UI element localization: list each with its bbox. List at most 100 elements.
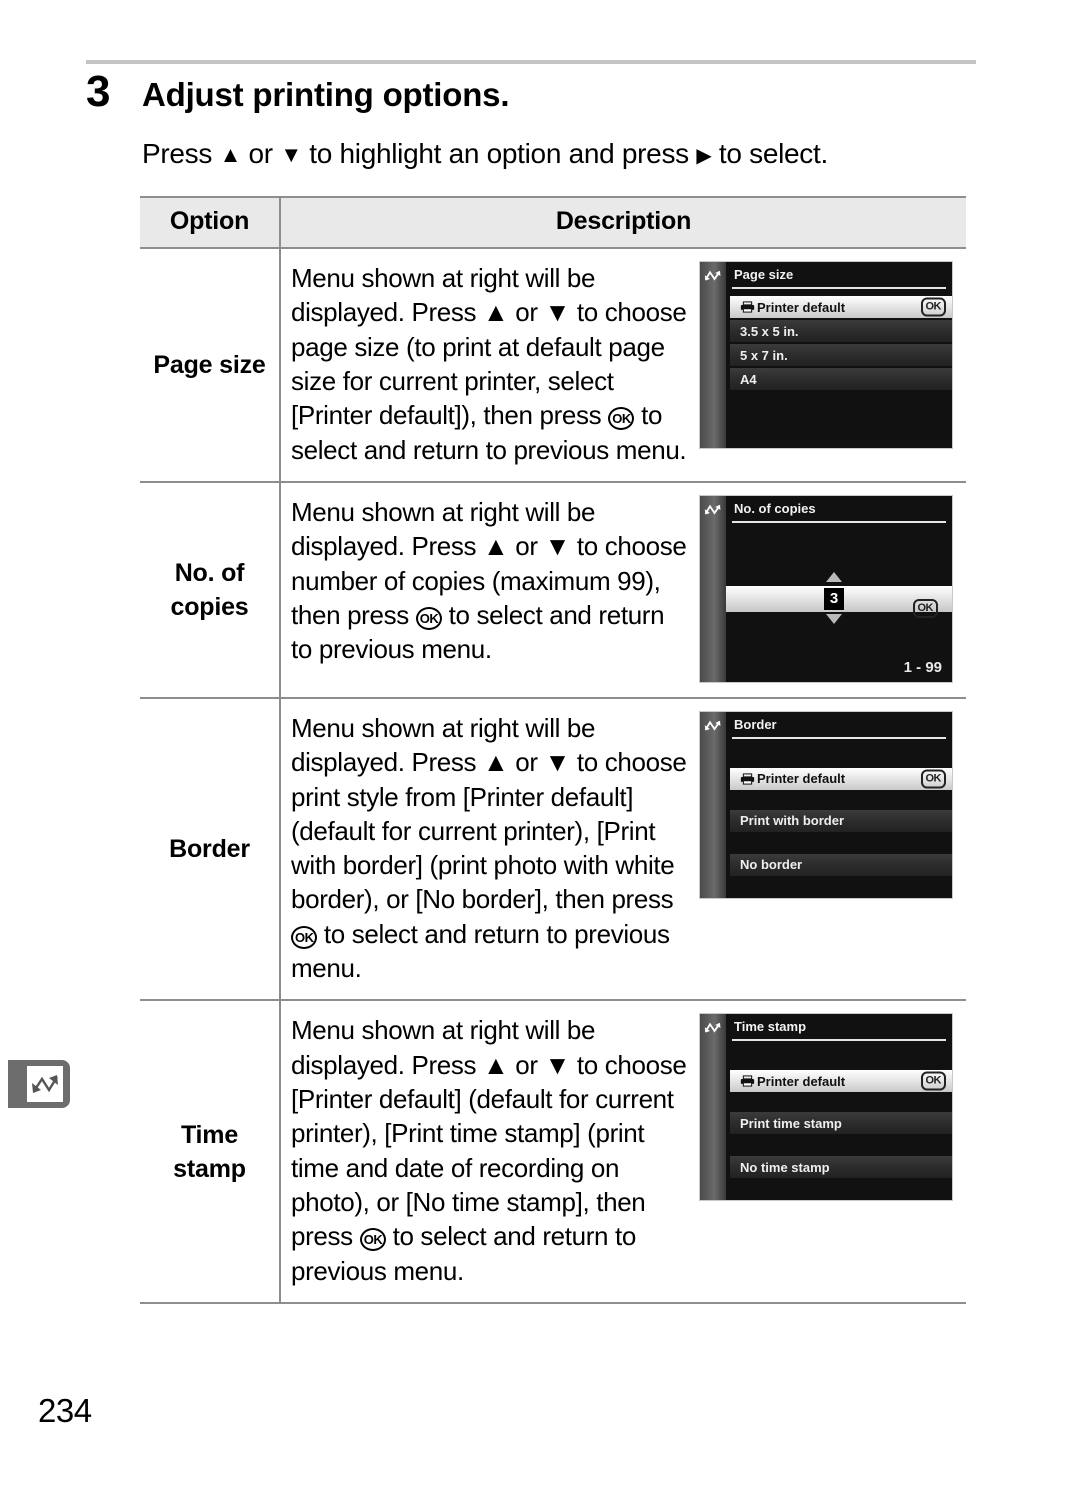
ok-button-icon: OK — [291, 925, 317, 949]
lcd-item-printer-default[interactable]: Printer default OK — [730, 296, 952, 318]
description-cell-border: Menu shown at right will be displayed. P… — [280, 697, 966, 1002]
lcd-item-label: No time stamp — [740, 1159, 830, 1175]
description-text-time-stamp: Menu shown at right will be displayed. P… — [291, 1013, 689, 1288]
lcd-item-label: No border — [740, 857, 803, 873]
option-line-2: copies — [170, 592, 249, 621]
description-cell-time-stamp: Menu shown at right will be displayed. P… — [280, 1000, 966, 1304]
up-arrow-icon: ▲ — [483, 531, 509, 562]
up-arrow-icon: ▲ — [483, 747, 509, 778]
lcd-sidebar — [700, 1014, 726, 1201]
lcd-title-underline — [732, 1039, 946, 1042]
printer-icon — [740, 773, 755, 785]
column-header-description: Description — [280, 196, 966, 249]
interface-zigzag-arrow-icon — [704, 504, 721, 515]
lcd-sidebar — [700, 711, 726, 898]
copies-value: 3 — [824, 587, 844, 610]
lcd-item-a4[interactable]: A4 — [730, 368, 952, 390]
side-tab-icon-plate — [27, 1066, 63, 1102]
stepper-down-arrow-icon[interactable] — [826, 613, 842, 624]
option-line-1: Time — [180, 1120, 239, 1149]
option-name-time-stamp: Time stamp — [140, 1000, 281, 1304]
down-arrow-icon: ▼ — [544, 1049, 571, 1080]
description-cell-no-of-copies: Menu shown at right will be displayed. P… — [280, 481, 966, 699]
desc-seg: or — [508, 297, 545, 328]
printer-icon — [740, 301, 755, 313]
stepper-up-arrow-icon[interactable] — [826, 571, 842, 582]
down-arrow-icon: ▼ — [544, 747, 571, 778]
table-row: Page size Menu shown at right will be di… — [140, 248, 966, 483]
ok-badge-icon: OK — [920, 1071, 946, 1091]
camera-screen-border: Border Printer default OK Print with bor… — [699, 710, 953, 899]
lcd-item-5x7[interactable]: 5 x 7 in. — [730, 344, 952, 366]
ok-badge-icon: OK — [920, 769, 946, 789]
lcd-title-page-size: Page size — [734, 267, 794, 282]
column-header-option: Option — [140, 196, 281, 249]
page-title: Adjust printing options. — [142, 76, 510, 113]
instruction-text-4: to select. — [711, 138, 828, 169]
lcd-item-printer-default[interactable]: Printer default OK — [730, 1070, 952, 1093]
table-row: No. of copies Menu shown at right will b… — [140, 481, 966, 699]
option-name-no-of-copies: No. of copies — [140, 481, 281, 699]
down-arrow-icon: ▼ — [544, 297, 571, 328]
option-line-2: stamp — [173, 1154, 246, 1183]
instruction-text-2: or — [241, 138, 281, 169]
ok-button-icon: OK — [608, 407, 635, 431]
description-text-border: Menu shown at right will be displayed. P… — [291, 711, 689, 986]
lcd-item-print-with-border[interactable]: Print with border — [730, 809, 952, 832]
page-number: 234 — [38, 1392, 92, 1429]
interface-zigzag-arrow-icon — [704, 1022, 721, 1033]
lcd-list-border: Printer default OK Print with border No … — [726, 740, 952, 898]
lcd-item-print-time-stamp[interactable]: Print time stamp — [730, 1112, 952, 1135]
table-body: Page size Menu shown at right will be di… — [140, 248, 966, 1304]
lcd-list-page-size: Printer default OK 3.5 x 5 in. 5 x 7 in.… — [726, 290, 952, 448]
lcd-item-no-time-stamp[interactable]: No time stamp — [730, 1156, 952, 1179]
lcd-title-underline — [732, 736, 946, 739]
lcd-sidebar — [700, 495, 726, 682]
table-header-row: Option Description — [140, 196, 966, 249]
ok-button-icon: OK — [359, 1228, 386, 1252]
lcd-title-underline — [732, 520, 946, 523]
interface-zigzag-arrow-icon — [32, 1075, 59, 1093]
printing-options-table: Option Description Page size Menu shown … — [140, 196, 966, 1304]
lcd-title-underline — [732, 287, 946, 289]
lcd-item-label: Print with border — [740, 813, 844, 829]
desc-seg: or — [508, 747, 545, 778]
interface-zigzag-arrow-icon — [704, 720, 721, 731]
lcd-item-label: A4 — [740, 371, 757, 387]
chapter-side-tab — [8, 1060, 70, 1108]
copies-range-label: 1 - 99 — [903, 658, 942, 676]
lcd-item-no-border[interactable]: No border — [730, 853, 952, 876]
instruction-text-3: to highlight an option and press — [301, 138, 697, 169]
desc-seg: or — [508, 1049, 545, 1080]
lcd-sidebar — [700, 262, 726, 448]
printer-icon — [740, 1075, 755, 1087]
lcd-item-label: Printer default — [757, 1073, 846, 1089]
lcd-stepper-no-of-copies: 3 OK 1 - 99 — [726, 524, 952, 682]
up-arrow-icon: ▲ — [483, 1049, 509, 1080]
up-arrow-icon: ▲ — [219, 142, 242, 167]
lcd-item-label: Printer default — [757, 771, 846, 787]
lcd-item-label: 5 x 7 in. — [740, 347, 788, 363]
step-number: 3 — [86, 67, 111, 116]
table-row: Time stamp Menu shown at right will be d… — [140, 1000, 966, 1304]
down-arrow-icon: ▼ — [280, 142, 302, 167]
table-row: Border Menu shown at right will be displ… — [140, 697, 966, 1002]
lcd-item-3p5x5[interactable]: 3.5 x 5 in. — [730, 320, 952, 342]
lcd-item-label: 3.5 x 5 in. — [740, 323, 799, 339]
lcd-item-label: Print time stamp — [740, 1115, 842, 1131]
lcd-item-printer-default[interactable]: Printer default OK — [730, 767, 952, 790]
interface-zigzag-arrow-icon — [704, 270, 721, 281]
ok-badge-icon: OK — [912, 598, 938, 618]
option-line-1: No. of — [174, 558, 245, 587]
description-text-page-size: Menu shown at right will be displayed. P… — [291, 261, 689, 467]
camera-screen-no-of-copies: No. of copies 3 OK 1 - 99 — [699, 494, 953, 683]
desc-seg: or — [508, 531, 545, 562]
lcd-title-border: Border — [734, 716, 777, 732]
lcd-list-time-stamp: Printer default OK Print time stamp No t… — [726, 1042, 952, 1200]
desc-seg: to select and return to previous menu. — [291, 918, 670, 984]
lcd-title-time-stamp: Time stamp — [734, 1019, 807, 1035]
right-arrow-icon: ▶ — [696, 145, 712, 167]
option-name-border: Border — [140, 697, 281, 1002]
camera-screen-page-size: Page size Printer default OK 3.5 x 5 in.… — [699, 261, 953, 449]
camera-screen-time-stamp: Time stamp Printer default OK Print time… — [699, 1013, 953, 1202]
